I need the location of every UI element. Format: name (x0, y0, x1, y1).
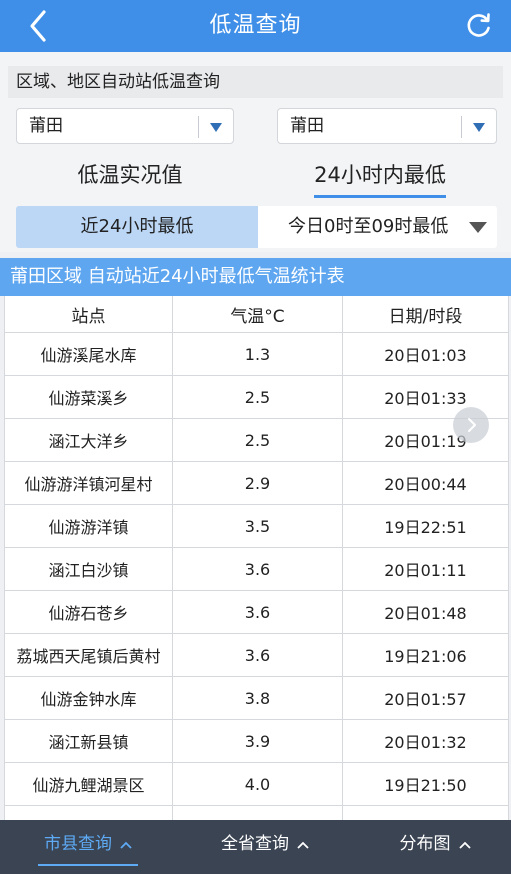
table-row[interactable]: 仙游石苍乡 3.6 20日01:48 (5, 591, 508, 634)
temperature-cell: 3.6 (173, 591, 343, 633)
table-row[interactable]: 仙游九鲤湖景区 4.0 19日21:50 (5, 763, 508, 806)
chevron-up-icon (120, 820, 132, 868)
datetime-cell: 20日01:57 (384, 690, 467, 709)
station-cell: 仙游金钟水库 (5, 677, 173, 719)
station-cell: 仙游九鲤湖景区 (5, 763, 173, 805)
refresh-icon[interactable] (465, 11, 493, 39)
empty-cell (173, 806, 343, 820)
temperature-cell: 2.5 (173, 419, 343, 461)
table-row[interactable]: 仙游菜溪乡 2.5 20日01:33 (5, 376, 508, 419)
caret-down-icon (469, 222, 487, 233)
table-row-partial (5, 806, 508, 820)
scroll-right-icon[interactable] (453, 407, 489, 443)
region-select-right[interactable]: 莆田 (277, 108, 497, 144)
table-row[interactable]: 仙游溪尾水库 1.3 20日01:03 (5, 333, 508, 376)
table-row[interactable]: 仙游游洋镇 3.5 19日22:51 (5, 505, 508, 548)
station-cell: 仙游游洋镇 (5, 505, 173, 547)
temperature-cell: 3.8 (173, 677, 343, 719)
page-title: 低温查询 (209, 13, 302, 38)
tab-county-query[interactable]: 市县查询 (38, 820, 138, 868)
station-cell: 仙游菜溪乡 (5, 376, 173, 418)
datetime-cell: 20日01:11 (384, 561, 467, 580)
datetime-cell: 19日21:06 (384, 647, 467, 666)
segment-last-24h-min[interactable]: 近24小时最低 (16, 206, 258, 248)
region-query-title: 区域、地区自动站低温查询 (8, 66, 503, 98)
temperature-cell: 3.9 (173, 720, 343, 762)
station-cell: 涵江新县镇 (5, 720, 173, 762)
select-divider (198, 116, 199, 138)
table-title: 莆田区域 自动站近24小时最低气温统计表 (0, 258, 511, 296)
table-row[interactable]: 仙游游洋镇河星村 2.9 20日00:44 (5, 462, 508, 505)
table-row[interactable]: 荔城西天尾镇后黄村 3.6 19日21:06 (5, 634, 508, 677)
column-header-station: 站点 (5, 296, 173, 332)
station-cell: 仙游溪尾水库 (5, 333, 173, 375)
temperature-cell: 4.0 (173, 763, 343, 805)
datetime-cell: 20日01:48 (384, 604, 467, 623)
region-select-left-value: 莆田 (29, 116, 63, 136)
caret-down-icon (210, 123, 222, 132)
temperature-cell: 3.6 (173, 634, 343, 676)
datetime-cell: 20日01:03 (384, 346, 467, 365)
station-cell: 涵江白沙镇 (5, 548, 173, 590)
chevron-up-icon (297, 820, 309, 868)
table-row[interactable]: 涵江大洋乡 2.5 20日01:19 (5, 419, 508, 462)
temperature-cell: 1.3 (173, 333, 343, 375)
segment-today-0-9-min-label: 今日0时至09时最低 (288, 216, 449, 237)
tab-realtime-low[interactable]: 低温实况值 (40, 156, 220, 194)
temperature-cell: 3.6 (173, 548, 343, 590)
table-row[interactable]: 涵江新县镇 3.9 20日01:32 (5, 720, 508, 763)
tab-province-query[interactable]: 全省查询 (210, 820, 320, 868)
low-temp-table: 站点 气温°C 日期/时段 仙游溪尾水库 1.3 20日01:03 仙游菜溪乡 … (4, 296, 509, 820)
datetime-cell: 20日01:32 (384, 733, 467, 752)
table-row[interactable]: 仙游金钟水库 3.8 20日01:57 (5, 677, 508, 720)
temperature-cell: 2.9 (173, 462, 343, 504)
tab-distribution-map[interactable]: 分布图 (390, 820, 480, 868)
temperature-cell: 2.5 (173, 376, 343, 418)
tab-province-query-label: 全省查询 (221, 834, 289, 854)
select-divider (461, 116, 462, 138)
station-cell: 荔城西天尾镇后黄村 (5, 634, 173, 676)
column-header-datetime: 日期/时段 (388, 306, 463, 327)
caret-down-icon (473, 123, 485, 132)
empty-cell (343, 806, 508, 820)
station-cell: 仙游游洋镇河星村 (5, 462, 173, 504)
app-header: 低温查询 (0, 0, 511, 52)
region-select-right-value: 莆田 (290, 116, 324, 136)
segment-today-0-9-min[interactable]: 今日0时至09时最低 (258, 206, 497, 248)
bottom-tab-bar: 市县查询 全省查询 分布图 (0, 820, 511, 874)
station-cell: 涵江大洋乡 (5, 419, 173, 461)
temperature-cell: 3.5 (173, 505, 343, 547)
datetime-cell: 20日00:44 (384, 475, 467, 494)
chevron-up-icon (458, 820, 471, 868)
column-header-temperature: 气温°C (173, 296, 343, 332)
station-cell: 仙游石苍乡 (5, 591, 173, 633)
table-row[interactable]: 涵江白沙镇 3.6 20日01:11 (5, 548, 508, 591)
datetime-cell: 19日21:50 (384, 776, 467, 795)
datetime-cell: 19日22:51 (384, 518, 467, 537)
tab-distribution-map-label: 分布图 (399, 834, 451, 854)
table-header-row: 站点 气温°C 日期/时段 (5, 296, 508, 333)
tab-county-query-label: 市县查询 (44, 834, 112, 854)
region-select-left[interactable]: 莆田 (16, 108, 234, 144)
empty-cell (5, 806, 173, 820)
tab-24h-min[interactable]: 24小时内最低 (280, 156, 480, 198)
